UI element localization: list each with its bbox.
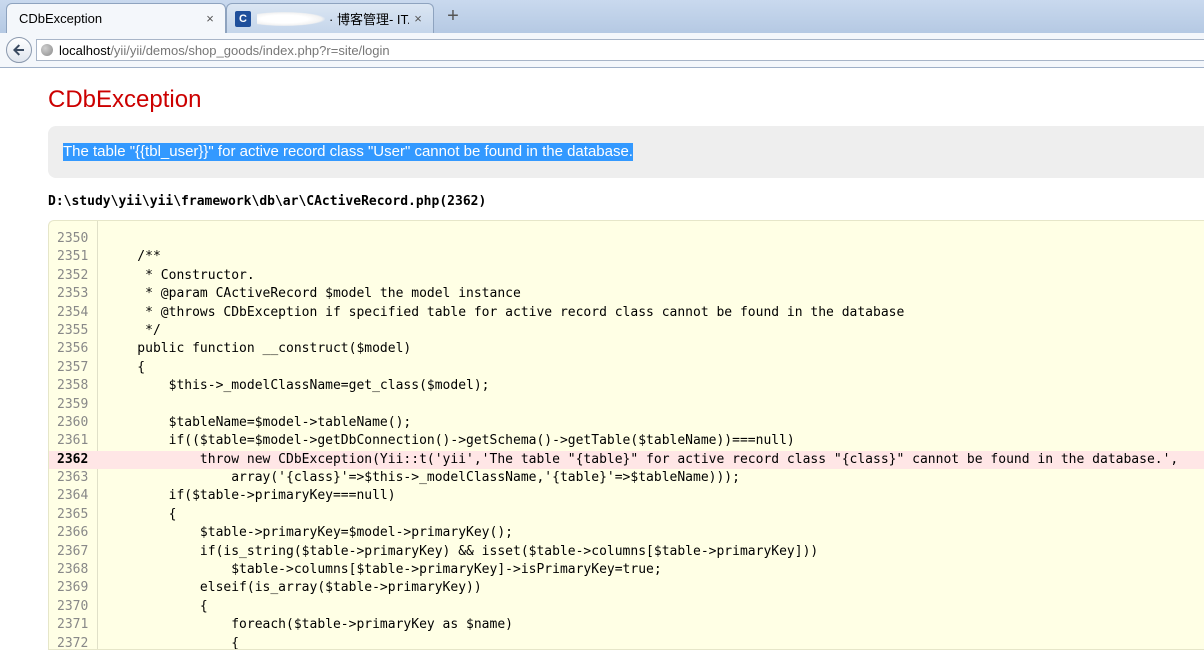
url-path: /yii/yii/demos/shop_goods/index.php?r=si… xyxy=(110,42,390,58)
line-code: { xyxy=(106,359,146,375)
line-code: * @throws CDbException if specified tabl… xyxy=(106,304,905,320)
code-line: 2358 $this->_modelClassName=get_class($m… xyxy=(49,377,1204,395)
line-number: 2365 xyxy=(57,506,89,522)
line-code: elseif(is_array($table->primaryKey)) xyxy=(106,580,482,596)
line-number: 2356 xyxy=(57,341,89,357)
line-number: 2352 xyxy=(57,267,89,283)
line-number: 2362 xyxy=(57,451,89,467)
source-code-block: 2350 2351 /** 2352 * Constructor. 2353 * @p… xyxy=(48,220,1204,650)
code-line: 2363 array('{class}'=>$this->_modelClass… xyxy=(49,469,1204,487)
code-line: 2359 xyxy=(49,396,1204,414)
line-number: 2370 xyxy=(57,598,89,614)
line-number: 2359 xyxy=(57,396,89,412)
source-file-path: D:\study\yii\yii\framework\db\ar\CActive… xyxy=(48,194,487,209)
error-code-line: 2362 throw new CDbException(Yii::t('yii'… xyxy=(49,450,1204,470)
address-bar[interactable]: localhost/yii/yii/demos/shop_goods/index… xyxy=(36,39,1204,61)
line-code: array('{class}'=>$this->_modelClassName,… xyxy=(106,470,740,486)
line-code: $table->columns[$table->primaryKey]->isP… xyxy=(106,562,662,578)
code-line: 2351 /** xyxy=(49,248,1204,266)
line-code: if(($table=$model->getDbConnection()->ge… xyxy=(106,433,795,449)
code-lines: 2350 2351 /** 2352 * Constructor. 2353 * @p… xyxy=(49,230,1204,650)
code-line: 2353 * @param CActiveRecord $model the m… xyxy=(49,285,1204,303)
code-line: 2371 foreach($table->primaryKey as $name… xyxy=(49,616,1204,634)
code-line: 2357 { xyxy=(49,359,1204,377)
code-line: 2367 if(is_string($table->primaryKey) &&… xyxy=(49,543,1204,561)
new-tab-button[interactable]: + xyxy=(442,6,464,28)
tab-blog-admin[interactable]: C · 博客管理- IT... × xyxy=(226,3,434,33)
tab-title: · 博客管理- IT... xyxy=(329,12,409,27)
close-icon[interactable]: × xyxy=(409,11,427,26)
code-line: 2352 * Constructor. xyxy=(49,267,1204,285)
line-code: */ xyxy=(106,322,161,338)
line-code: $table->primaryKey=$model->primaryKey(); xyxy=(106,525,513,541)
redacted-text xyxy=(257,11,325,26)
line-number: 2371 xyxy=(57,617,89,633)
code-line: 2369 elseif(is_array($table->primaryKey)… xyxy=(49,579,1204,597)
line-code: foreach($table->primaryKey as $name) xyxy=(106,617,513,633)
code-line: 2355 */ xyxy=(49,322,1204,340)
line-number: 2367 xyxy=(57,543,89,559)
line-number: 2368 xyxy=(57,562,89,578)
code-line: 2366 $table->primaryKey=$model->primaryK… xyxy=(49,524,1204,542)
site-favicon-icon: C xyxy=(235,10,251,27)
line-number: 2357 xyxy=(57,359,89,375)
line-code: { xyxy=(106,598,208,614)
line-number: 2369 xyxy=(57,580,89,596)
code-line: 2350 xyxy=(49,230,1204,248)
line-code: public function __construct($model) xyxy=(106,341,412,357)
page-content: CDbException The table "{{tbl_user}}" fo… xyxy=(0,68,1204,650)
line-code: $this->_modelClassName=get_class($model)… xyxy=(106,378,490,394)
line-number: 2361 xyxy=(57,433,89,449)
line-code: if(is_string($table->primaryKey) && isse… xyxy=(106,543,819,559)
line-code: { xyxy=(106,635,240,650)
code-line: 2354 * @throws CDbException if specified… xyxy=(49,304,1204,322)
code-line: 2370 { xyxy=(49,598,1204,616)
close-icon[interactable]: × xyxy=(201,11,219,26)
line-code: $tableName=$model->tableName(); xyxy=(106,414,412,430)
line-number: 2360 xyxy=(57,414,89,430)
line-code: * Constructor. xyxy=(106,267,255,283)
code-line: 2364 if($table->primaryKey===null) xyxy=(49,487,1204,505)
line-number: 2355 xyxy=(57,322,89,338)
line-number: 2351 xyxy=(57,249,89,265)
line-code: throw new CDbException(Yii::t('yii','The… xyxy=(106,451,1179,467)
page-title: CDbException xyxy=(48,86,202,113)
navigation-toolbar: localhost/yii/yii/demos/shop_goods/index… xyxy=(0,33,1204,68)
line-number: 2372 xyxy=(57,635,89,650)
tab-strip: CDbException × C · 博客管理- IT... × + xyxy=(0,0,1204,33)
line-number: 2354 xyxy=(57,304,89,320)
line-code: { xyxy=(106,506,177,522)
line-number: 2363 xyxy=(57,470,89,486)
code-line: 2368 $table->columns[$table->primaryKey]… xyxy=(49,561,1204,579)
error-message-box: The table "{{tbl_user}}" for active reco… xyxy=(48,126,1204,178)
line-code: * @param CActiveRecord $model the model … xyxy=(106,286,521,302)
tab-cdbexception[interactable]: CDbException × xyxy=(6,3,226,33)
code-line: 2360 $tableName=$model->tableName(); xyxy=(49,414,1204,432)
line-number: 2366 xyxy=(57,525,89,541)
tab-title: CDbException xyxy=(19,11,103,26)
error-message: The table "{{tbl_user}}" for active reco… xyxy=(63,143,633,161)
code-line: 2365 { xyxy=(49,506,1204,524)
line-number: 2353 xyxy=(57,286,89,302)
code-line: 2356 public function __construct($model) xyxy=(49,340,1204,358)
line-number: 2358 xyxy=(57,378,89,394)
back-button[interactable] xyxy=(6,37,32,63)
url-host: localhost xyxy=(59,42,111,58)
line-number: 2350 xyxy=(57,231,89,246)
back-arrow-icon xyxy=(13,44,24,56)
code-line: 2372 { xyxy=(49,635,1204,650)
line-number: 2364 xyxy=(57,488,89,504)
line-code: /** xyxy=(106,249,161,265)
line-code: if($table->primaryKey===null) xyxy=(106,488,396,504)
globe-icon xyxy=(41,44,53,56)
code-line: 2361 if(($table=$model->getDbConnection(… xyxy=(49,432,1204,450)
